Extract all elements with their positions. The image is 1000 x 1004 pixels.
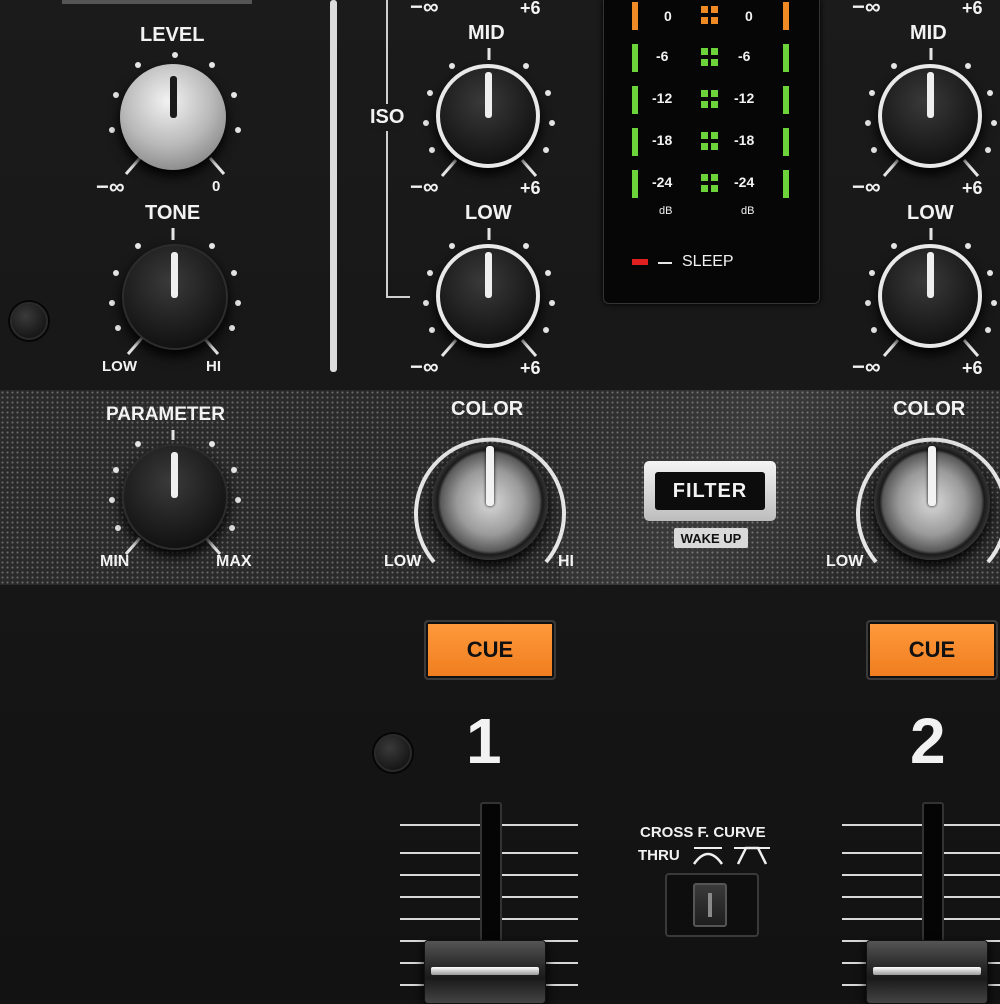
meter-unit-left: dB xyxy=(659,205,673,217)
level-knob[interactable] xyxy=(120,64,226,170)
level-label: LEVEL xyxy=(140,24,205,46)
parameter-knob-pointer xyxy=(171,452,178,498)
ch2-low-max: +6 xyxy=(962,358,983,378)
tone-min: LOW xyxy=(102,358,137,375)
ch2-low-pointer xyxy=(927,252,934,298)
iso-bracket xyxy=(386,0,410,298)
color-min-2: LOW xyxy=(826,553,864,570)
ch2-mid-knob[interactable] xyxy=(878,64,982,168)
tone-label: TONE xyxy=(145,202,201,224)
ch1-low-pointer xyxy=(485,252,492,298)
panel-screw-left xyxy=(10,302,48,340)
panel-screw-center xyxy=(374,734,412,772)
meter-scale-r3: -18 xyxy=(734,132,755,148)
ch1-mid-knob[interactable] xyxy=(436,64,540,168)
thru-label: THRU xyxy=(638,847,680,864)
curve-switch-lever xyxy=(693,883,727,927)
curve-icons xyxy=(692,846,770,865)
color-knob-1[interactable] xyxy=(432,444,548,560)
color-knob-2-pointer xyxy=(928,446,936,506)
tone-max: HI xyxy=(206,358,221,375)
color-knob-1-pointer xyxy=(486,446,494,506)
color-max-1: HI xyxy=(558,553,574,570)
filter-button[interactable]: FILTER xyxy=(644,461,776,521)
ch1-mid-pointer xyxy=(485,72,492,118)
parameter-label: PARAMETER xyxy=(106,404,225,425)
top-bar-edge xyxy=(62,0,252,4)
parameter-knob[interactable] xyxy=(122,444,228,550)
parameter-min: MIN xyxy=(100,553,130,570)
ch1-low-max: +6 xyxy=(520,358,541,378)
channel-number-1: 1 xyxy=(466,705,502,777)
fader-2-cap[interactable] xyxy=(866,940,988,1004)
ch2-top-min: −∞ xyxy=(852,0,881,19)
color-knob-2[interactable] xyxy=(874,444,990,560)
ch2-low-knob[interactable] xyxy=(878,244,982,348)
filter-label: FILTER xyxy=(655,472,765,510)
cue-button-2[interactable]: CUE xyxy=(866,620,998,680)
tone-knob-pointer xyxy=(171,252,178,298)
curve-switch[interactable] xyxy=(665,873,759,937)
ch1-top-max: +6 xyxy=(520,0,541,18)
color-label-1: COLOR xyxy=(451,398,524,420)
parameter-max: MAX xyxy=(216,553,252,570)
ch2-mid-pointer xyxy=(927,72,934,118)
iso-label: ISO xyxy=(370,104,405,131)
ch1-mid-label: MID xyxy=(468,22,505,44)
sleep-led xyxy=(632,259,648,265)
ch1-low-knob[interactable] xyxy=(436,244,540,348)
divider-line xyxy=(330,0,337,372)
level-knob-pointer xyxy=(170,76,177,118)
sleep-label: SLEEP xyxy=(682,253,734,270)
meter-scale-r0: 0 xyxy=(745,8,753,24)
tone-knob[interactable] xyxy=(122,244,228,350)
ch1-mid-max: +6 xyxy=(520,178,541,198)
meter-scale-l1: -6 xyxy=(656,48,669,64)
meter-scale-l3: -18 xyxy=(652,132,673,148)
ch2-low-min: −∞ xyxy=(852,354,881,379)
ch1-low-min: −∞ xyxy=(410,354,439,379)
ch2-mid-max: +6 xyxy=(962,178,983,198)
meter-scale-l2: -12 xyxy=(652,90,673,106)
fader-1-cap[interactable] xyxy=(424,940,546,1004)
ch2-top-max: +6 xyxy=(962,0,983,18)
ch2-mid-min: −∞ xyxy=(852,174,881,199)
channel-number-2: 2 xyxy=(910,705,946,777)
level-max: 0 xyxy=(212,178,221,195)
ch1-mid-min: −∞ xyxy=(410,174,439,199)
ch2-low-label: LOW xyxy=(907,202,954,224)
ch2-mid-label: MID xyxy=(910,22,947,44)
meter-unit-right: dB xyxy=(741,205,755,217)
ch1-low-label: LOW xyxy=(465,202,512,224)
meter-scale-r1: -6 xyxy=(738,48,751,64)
meter-scale-l4: -24 xyxy=(652,174,673,190)
ch1-top-min: −∞ xyxy=(410,0,439,19)
meter-scale-l0: 0 xyxy=(664,8,672,24)
color-min-1: LOW xyxy=(384,553,422,570)
cue-button-1[interactable]: CUE xyxy=(424,620,556,680)
level-min: −∞ xyxy=(96,174,125,199)
color-label-2: COLOR xyxy=(893,398,966,420)
meter-leds xyxy=(632,2,789,198)
cross-curve-label: CROSS F. CURVE xyxy=(640,824,766,841)
sleep-dash xyxy=(658,262,672,264)
wake-up-label: WAKE UP xyxy=(674,528,748,548)
meter-scale-r2: -12 xyxy=(734,90,755,106)
meter-scale-r4: -24 xyxy=(734,174,755,190)
